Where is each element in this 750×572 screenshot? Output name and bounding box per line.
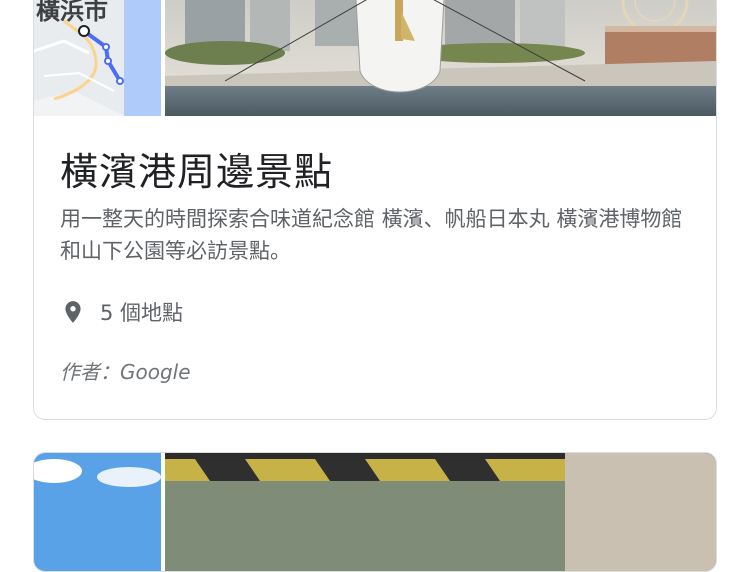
place-count: 5 個地點 <box>60 297 183 327</box>
map-thumbnail: 橫浜市 <box>34 0 161 116</box>
place-count-label: 5 個地點 <box>100 301 184 325</box>
card-title: 橫濱港周邊景點 <box>60 150 334 194</box>
harbor-photo <box>165 0 716 116</box>
card-media <box>34 453 716 571</box>
card-author: 作者：Google <box>60 360 191 384</box>
map-city-label: 橫浜市 <box>36 0 108 25</box>
photo-thumbnail <box>165 0 716 116</box>
collection-card[interactable]: 橫浜市 橫濱港周邊景點 用一整天的時間探索合味道紀念館 橫濱、帆船日本丸 橫濱港… <box>33 0 717 420</box>
map-thumbnail-graphic: 橫浜市 <box>34 0 161 116</box>
awning-photo <box>165 453 716 571</box>
card-description: 用一整天的時間探索合味道紀念館 橫濱、帆船日本丸 橫濱港博物館和山下公園等必訪景… <box>60 207 683 263</box>
sky-thumbnail-graphic <box>34 453 161 571</box>
location-pin-icon <box>60 297 86 327</box>
photo-thumbnail <box>165 453 716 571</box>
collection-card[interactable] <box>33 452 717 572</box>
sky-thumbnail <box>34 453 161 571</box>
card-media: 橫浜市 <box>34 0 716 116</box>
